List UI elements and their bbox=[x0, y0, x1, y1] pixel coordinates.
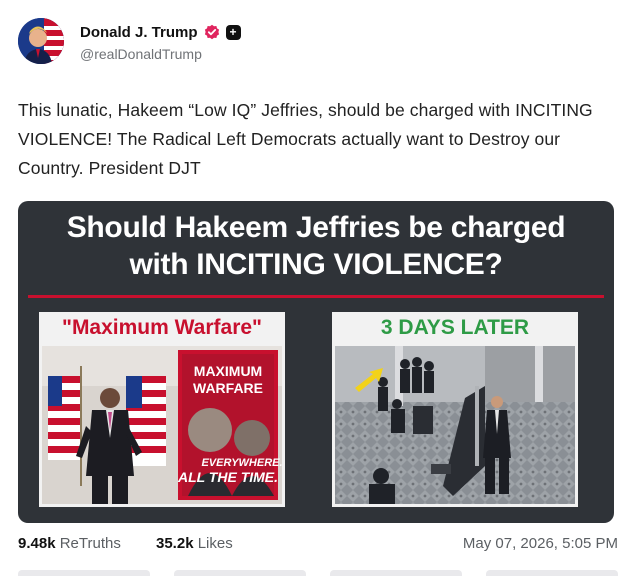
poster-text-3: EVERYWHERE. bbox=[201, 457, 282, 469]
user-handle[interactable]: @realDonaldTrump bbox=[80, 46, 202, 62]
retruths-label: ReTruths bbox=[59, 535, 121, 552]
avatar[interactable] bbox=[18, 18, 64, 64]
display-name[interactable]: Donald J. Trump bbox=[80, 24, 198, 41]
post-stats: 9.48k ReTruths 35.2k Likes May 07, 2026,… bbox=[18, 535, 618, 557]
right-panel-caption: 3 DAYS LATER bbox=[380, 316, 530, 339]
poster-text-2: WARFARE bbox=[193, 380, 263, 396]
retruths-stat[interactable]: 9.48k ReTruths bbox=[18, 535, 121, 552]
right-panel-photo bbox=[335, 346, 575, 504]
post-header: Donald J. Trump + @realDonaldTrump bbox=[18, 18, 618, 66]
media-card[interactable]: Should Hakeem Jeffries be charged with I… bbox=[18, 201, 614, 523]
plus-badge-icon: + bbox=[225, 24, 241, 40]
left-panel-photo: MAXIMUM WARFARE EVERYWHERE. ALL THE TIME… bbox=[42, 346, 282, 504]
headline-line-1: Should Hakeem Jeffries be charged bbox=[66, 211, 566, 244]
action-bar-edge bbox=[18, 570, 618, 576]
likes-label: Likes bbox=[197, 535, 233, 552]
media-headline: Should Hakeem Jeffries be charged with I… bbox=[18, 209, 614, 283]
left-panel-caption: "Maximum Warfare" bbox=[61, 316, 263, 339]
action-slot bbox=[18, 570, 150, 576]
poster-text-4: ALL THE TIME. bbox=[177, 469, 278, 485]
right-panel: 3 DAYS LATER bbox=[332, 312, 578, 507]
post-timestamp[interactable]: May 07, 2026, 5:05 PM bbox=[463, 535, 618, 552]
headline-line-2: with INCITING VIOLENCE? bbox=[129, 248, 503, 281]
action-slot bbox=[486, 570, 618, 576]
left-panel: "Maximum Warfare" MAXIMUM WARFARE EVERYW… bbox=[39, 312, 285, 507]
post-text: This lunatic, Hakeem “Low IQ” Jeffries, … bbox=[18, 100, 593, 178]
verified-badge-icon bbox=[204, 24, 219, 40]
likes-count: 35.2k bbox=[156, 535, 194, 552]
action-slot bbox=[174, 570, 306, 576]
action-slot bbox=[330, 570, 462, 576]
headline-divider bbox=[28, 295, 604, 298]
retruths-count: 9.48k bbox=[18, 535, 56, 552]
likes-stat[interactable]: 35.2k Likes bbox=[156, 535, 233, 552]
poster-text-1: MAXIMUM bbox=[194, 363, 262, 379]
